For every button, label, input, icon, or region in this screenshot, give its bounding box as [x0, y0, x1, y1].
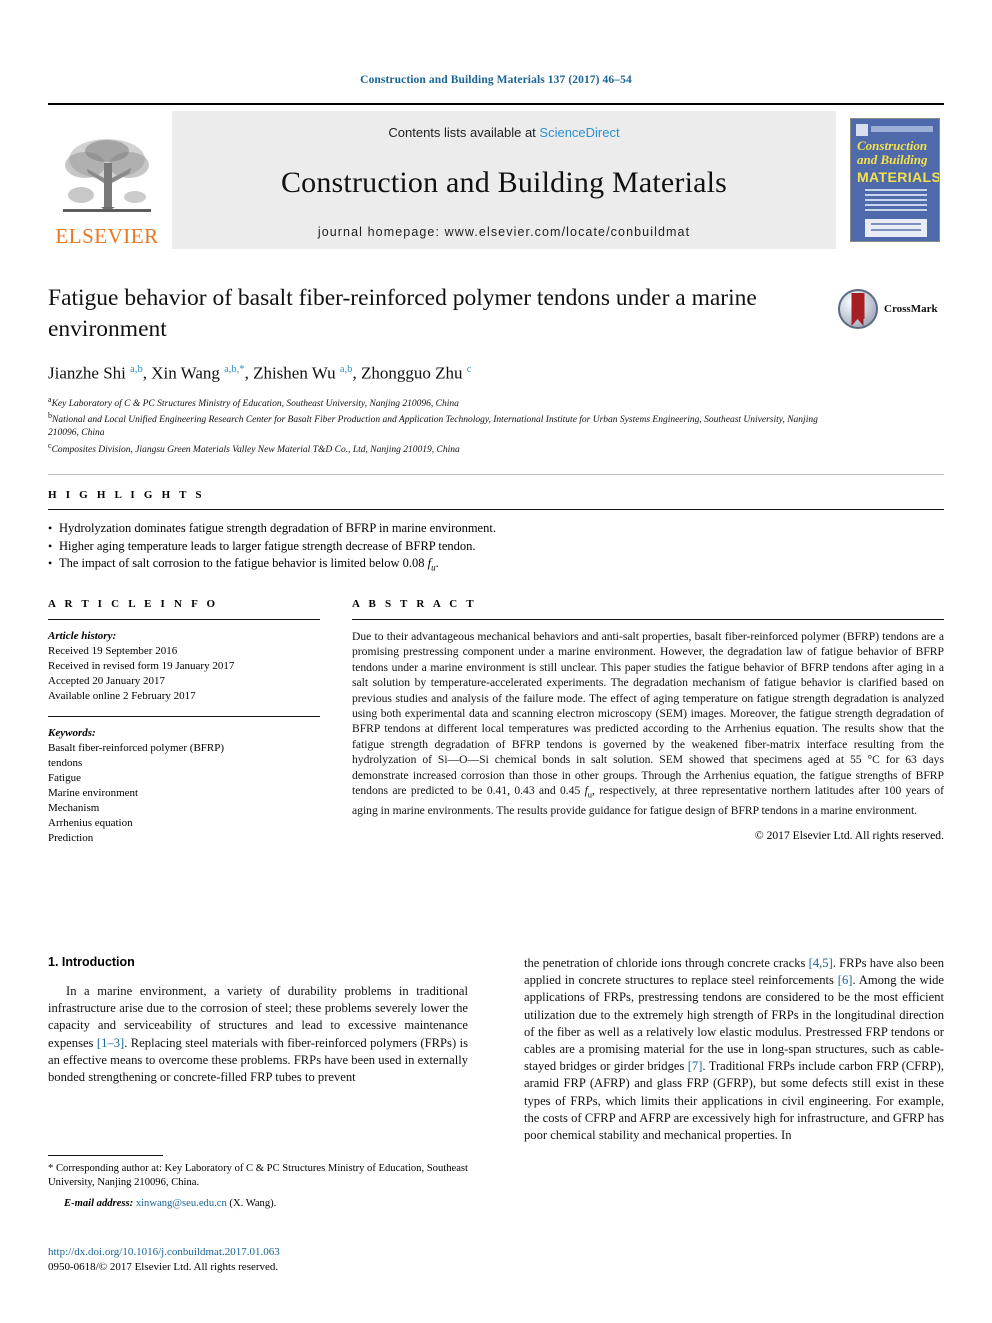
intro-paragraph-left: In a marine environment, a variety of du… — [48, 984, 468, 1085]
page-title: Fatigue behavior of basalt fiber-reinfor… — [48, 285, 757, 342]
email-note: E-mail address: xinwang@seu.edu.cn (X. W… — [48, 1197, 468, 1211]
abstract-heading: A B S T R A C T — [352, 598, 477, 610]
article-history-label: Article history: — [48, 630, 117, 642]
info-abstract-row: A R T I C L E I N F O Article history: R… — [48, 598, 944, 846]
abstract-column: A B S T R A C T Due to their advantageou… — [320, 598, 944, 846]
keywords-rule — [48, 716, 320, 717]
highlight-item: The impact of salt corrosion to the fati… — [48, 555, 944, 577]
article-info-rule — [48, 619, 320, 620]
paper-page: Construction and Building Materials 137 … — [0, 0, 992, 1323]
body-columns: 1. Introduction In a marine environment,… — [48, 955, 944, 1285]
highlights-heading-rule — [48, 509, 944, 510]
email-owner: (X. Wang). — [229, 1197, 277, 1209]
intro-paragraph-right: the penetration of chloride ions through… — [524, 956, 945, 1143]
imprint-block: http://dx.doi.org/10.1016/j.conbuildmat.… — [48, 1245, 468, 1275]
article-history-item: Available online 2 February 2017 — [48, 690, 196, 702]
keyword-item: Mechanism — [48, 802, 100, 814]
title-block: Fatigue behavior of basalt fiber-reinfor… — [48, 283, 838, 457]
email-label: E-mail address: — [64, 1197, 134, 1209]
article-history-block: Article history: Received 19 September 2… — [48, 629, 320, 704]
article-info-heading: A R T I C L E I N F O — [48, 598, 219, 610]
article-history-lines: Received 19 September 2016 Received in re… — [48, 644, 320, 704]
affiliation-list: aKey Laboratory of C & PC Structures Min… — [48, 394, 838, 457]
highlights-section: H I G H L I G H T S Hydrolyzation domina… — [48, 474, 944, 577]
cover-top-bar — [871, 126, 933, 132]
doi-link[interactable]: http://dx.doi.org/10.1016/j.conbuildmat.… — [48, 1245, 468, 1260]
abstract-rule — [352, 619, 944, 620]
body-column-left: 1. Introduction In a marine environment,… — [48, 955, 468, 1086]
elsevier-logo: ELSEVIER — [48, 111, 166, 249]
cover-title-line1: Construction — [857, 138, 928, 153]
cover-publisher-logo-icon — [856, 124, 868, 136]
journal-cover-block: Construction and Building MATERIALS — [846, 111, 944, 249]
keyword-item: Arrhenius equation — [48, 817, 133, 829]
author-list: Jianzhe Shi a,b, Xin Wang a,b,*, Zhishen… — [48, 363, 472, 383]
highlight-item: Hydrolyzation dominates fatigue strength… — [48, 520, 944, 538]
journal-title: Construction and Building Materials — [280, 165, 728, 199]
elsevier-wordmark: ELSEVIER — [55, 224, 159, 248]
issn-copyright-line: 0950-0618/© 2017 Elsevier Ltd. All right… — [48, 1261, 279, 1273]
journal-cover-image: Construction and Building MATERIALS — [850, 118, 940, 242]
affiliation-item: cComposites Division, Jiangsu Green Mate… — [48, 440, 460, 455]
journal-masthead: ELSEVIER Contents lists available at Sci… — [48, 103, 944, 249]
footnote-rule — [48, 1155, 163, 1156]
affiliation-item: bNational and Local Unified Engineering … — [48, 411, 818, 439]
article-history-item: Received in revised form 19 January 2017 — [48, 660, 235, 672]
article-history-item: Received 19 September 2016 — [48, 645, 178, 657]
article-info-column: A R T I C L E I N F O Article history: R… — [48, 598, 320, 846]
keyword-item: Fatigue — [48, 772, 81, 784]
cover-title-line2: and Building — [857, 152, 928, 167]
keyword-item: Basalt fiber-reinforced polymer (BFRP) — [48, 742, 225, 754]
corresponding-author-note: * Corresponding author at: Key Laborator… — [48, 1163, 468, 1189]
keyword-item: Prediction — [48, 832, 94, 844]
footnote-block: * Corresponding author at: Key Laborator… — [48, 1155, 468, 1211]
crossmark-badge[interactable]: CrossMark — [838, 285, 948, 333]
keywords-lines: Basalt fiber-reinforced polymer (BFRP) te… — [48, 741, 320, 846]
article-history-item: Accepted 20 January 2017 — [48, 675, 165, 687]
contents-list-line: Contents lists available at ScienceDirec… — [388, 125, 619, 140]
highlights-heading: H I G H L I G H T S — [48, 489, 205, 501]
cover-title-line3: MATERIALS — [857, 169, 940, 185]
contents-prefix: Contents lists available at — [388, 125, 540, 140]
keyword-item: tendons — [48, 757, 83, 769]
highlight-item: Higher aging temperature leads to larger… — [48, 538, 944, 556]
body-column-right: the penetration of chloride ions through… — [524, 955, 944, 1144]
keywords-block: Keywords: Basalt fiber-reinforced polyme… — [48, 726, 320, 846]
keyword-item: Marine environment — [48, 787, 139, 799]
elsevier-tree-icon — [63, 139, 151, 212]
keywords-label: Keywords: — [48, 727, 96, 739]
running-head: Construction and Building Materials 137 … — [360, 74, 632, 86]
masthead-center-band: Contents lists available at ScienceDirec… — [172, 111, 836, 249]
abstract-text: Due to their advantageous mechanical beh… — [352, 630, 944, 817]
crossmark-icon — [838, 289, 878, 329]
journal-homepage-link[interactable]: journal homepage: www.elsevier.com/locat… — [318, 225, 690, 239]
crossmark-label: CrossMark — [884, 303, 938, 315]
affiliation-item: aKey Laboratory of C & PC Structures Min… — [48, 394, 459, 409]
section-title-introduction: 1. Introduction — [48, 955, 135, 969]
email-link[interactable]: xinwang@seu.edu.cn — [136, 1198, 227, 1209]
highlights-top-rule — [48, 474, 944, 475]
abstract-copyright: © 2017 Elsevier Ltd. All rights reserved… — [754, 829, 944, 843]
sciencedirect-link[interactable]: ScienceDirect — [539, 125, 619, 140]
cover-subtitle-lines — [865, 189, 927, 215]
cover-footer-block — [865, 219, 927, 237]
highlights-list: Hydrolyzation dominates fatigue strength… — [48, 520, 944, 577]
